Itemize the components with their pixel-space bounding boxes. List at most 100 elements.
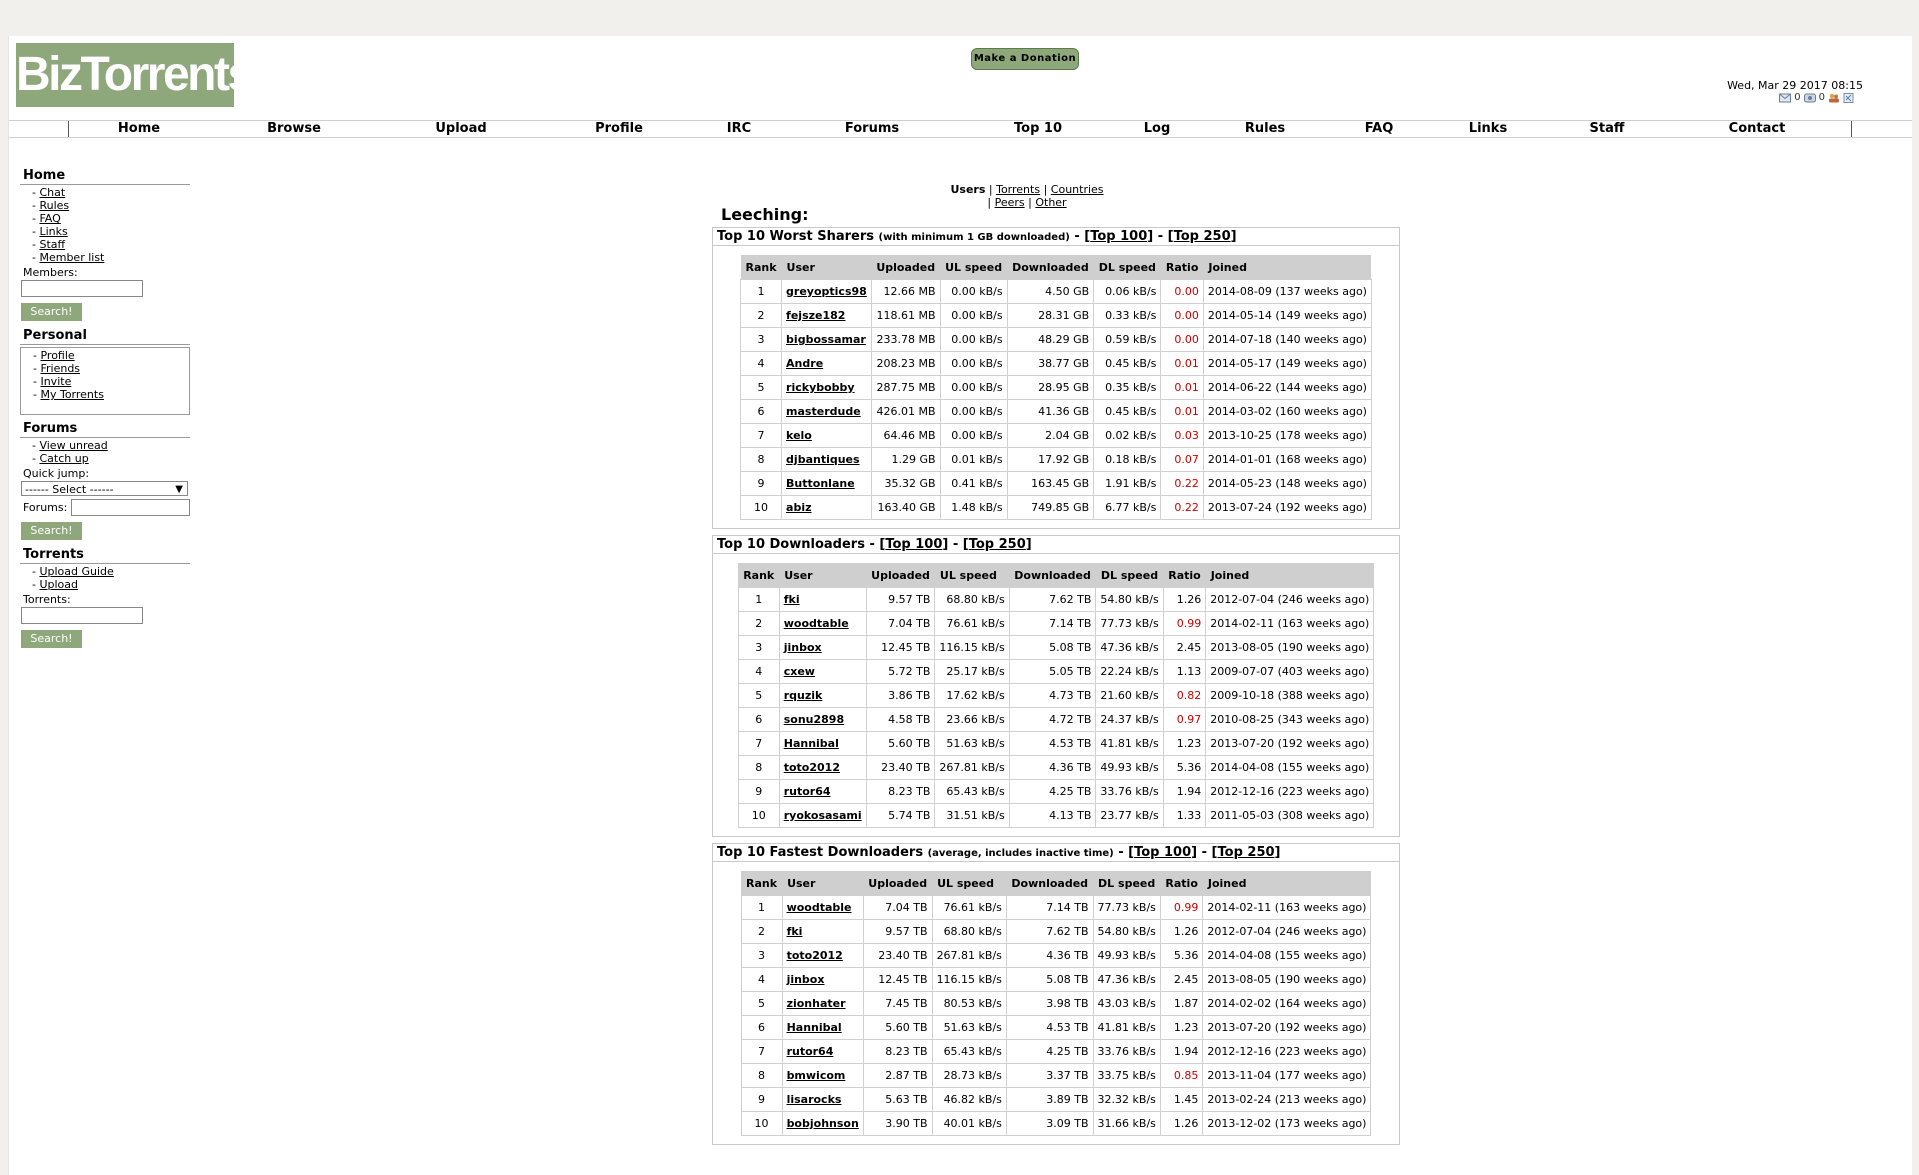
user-link[interactable]: rquzik (784, 689, 823, 702)
rank-cell: 4 (740, 967, 783, 992)
user-link[interactable]: fki (787, 925, 803, 938)
user-link[interactable]: Hannibal (784, 737, 839, 750)
user-link[interactable]: fki (784, 593, 800, 606)
sidebar-link-invite[interactable]: Invite (40, 375, 71, 388)
subnav-countries[interactable]: Countries (1051, 183, 1104, 196)
main-content: Leeching: Top 10 Worst Sharers (with min… (712, 205, 1400, 1151)
main-navigation: Home Browse Upload Profile IRC Forums To… (9, 120, 1912, 138)
forums-search-button[interactable]: Search! (21, 522, 82, 540)
quick-jump-select[interactable]: ------ Select ------ ▼ (21, 481, 188, 496)
rank-cell: 5 (739, 375, 783, 400)
user-link[interactable]: bigbossamar (786, 333, 866, 346)
nav-log[interactable]: Log (1144, 121, 1171, 137)
top100-link[interactable]: Top 100 (1134, 845, 1191, 860)
table-row: 8 djbantiques 1.29 GB 0.01 kB/s 17.92 GB 0.18… (739, 447, 1372, 472)
user-link[interactable]: woodtable (784, 617, 849, 630)
rank-cell: 1 (737, 587, 780, 612)
members-search-button[interactable]: Search! (21, 303, 82, 321)
table-row: 3 bigbossamar 233.78 MB 0.00 kB/s 48.29 GB 0.… (739, 327, 1372, 352)
sidebar-link-rules[interactable]: Rules (39, 199, 69, 212)
user-link[interactable]: woodtable (787, 901, 852, 914)
top250-link[interactable]: Top 250 (1174, 229, 1231, 244)
user-link[interactable]: bobjohnson (787, 1117, 859, 1130)
top100-link[interactable]: Top 100 (1090, 229, 1147, 244)
table-row: 4 cxew 5.72 TB 25.17 kB/s 5.05 TB 22.24 kB/s 1… (737, 659, 1375, 684)
column-header: Uploaded (871, 255, 941, 280)
user-link[interactable]: greyoptics98 (786, 285, 867, 298)
top250-link[interactable]: Top 250 (969, 537, 1026, 552)
user-link[interactable]: Hannibal (787, 1021, 842, 1034)
nav-top10[interactable]: Top 10 (1014, 121, 1062, 137)
joined-cell: 2013-07-24 (192 weeks ago) (1202, 495, 1372, 520)
nav-links[interactable]: Links (1469, 121, 1507, 137)
nav-faq[interactable]: FAQ (1365, 121, 1394, 137)
sidebar-link-catch-up[interactable]: Catch up (39, 452, 88, 465)
nav-profile[interactable]: Profile (595, 121, 643, 137)
nav-staff[interactable]: Staff (1590, 121, 1625, 137)
dl-speed-cell: 0.06 kB/s (1093, 279, 1162, 304)
user-link[interactable]: jinbox (787, 973, 825, 986)
user-link[interactable]: zionhater (787, 997, 846, 1010)
nav-separator (68, 121, 69, 137)
nav-irc[interactable]: IRC (727, 121, 751, 137)
sidebar-link-chat[interactable]: Chat (39, 186, 65, 199)
ul-speed-cell: 68.80 kB/s (934, 587, 1010, 612)
rss-icon[interactable] (1843, 92, 1855, 103)
nav-home[interactable]: Home (118, 121, 160, 137)
donate-button[interactable]: Make a Donation (971, 48, 1079, 70)
uploaded-cell: 3.86 TB (865, 683, 936, 708)
sidebar-link-member-list[interactable]: Member list (39, 251, 104, 264)
sidebar-link-upload-guide[interactable]: Upload Guide (39, 565, 113, 578)
torrents-search-button[interactable]: Search! (21, 630, 82, 648)
rank-cell: 6 (740, 1015, 783, 1040)
nav-browse[interactable]: Browse (267, 121, 321, 137)
user-link[interactable]: Andre (786, 357, 823, 370)
user-link[interactable]: rickybobby (786, 381, 855, 394)
user-link[interactable]: kelo (786, 429, 812, 442)
downloaded-cell: 7.62 TB (1005, 919, 1094, 944)
user-link[interactable]: masterdude (786, 405, 861, 418)
user-link[interactable]: abiz (786, 501, 811, 514)
friends-icon[interactable] (1828, 93, 1840, 103)
top250-link[interactable]: Top 250 (1218, 845, 1275, 860)
user-link[interactable]: rutor64 (784, 785, 831, 798)
sidebar-link-view-unread[interactable]: View unread (39, 439, 107, 452)
user-link[interactable]: cxew (784, 665, 815, 678)
top100-link[interactable]: Top 100 (885, 537, 942, 552)
sidebar-link-faq[interactable]: FAQ (39, 212, 60, 225)
user-link[interactable]: toto2012 (784, 761, 840, 774)
ul-speed-cell: 28.73 kB/s (931, 1063, 1007, 1088)
envelope-icon[interactable] (1779, 93, 1792, 103)
user-link[interactable]: bmwicom (787, 1069, 846, 1082)
user-link[interactable]: djbantiques (786, 453, 860, 466)
ul-speed-cell: 0.00 kB/s (939, 351, 1008, 376)
nav-forums[interactable]: Forums (845, 121, 899, 137)
column-header: Joined (1202, 871, 1371, 896)
invite-icon[interactable] (1803, 93, 1816, 103)
uploaded-cell: 64.46 MB (870, 423, 941, 448)
sidebar-link-profile[interactable]: Profile (40, 349, 74, 362)
sidebar-link-my-torrents[interactable]: My Torrents (40, 388, 103, 401)
nav-contact[interactable]: Contact (1729, 121, 1786, 137)
nav-rules[interactable]: Rules (1245, 121, 1285, 137)
user-link[interactable]: sonu2898 (784, 713, 844, 726)
user-link[interactable]: fejsze182 (786, 309, 845, 322)
user-cell: rquzik (778, 683, 867, 708)
subnav-torrents[interactable]: Torrents (996, 183, 1040, 196)
forums-search-input[interactable] (71, 499, 190, 516)
site-logo[interactable]: BizTorrents (16, 43, 254, 107)
user-link[interactable]: ryokosasami (784, 809, 862, 822)
user-link[interactable]: jinbox (784, 641, 822, 654)
user-link[interactable]: Buttonlane (786, 477, 855, 490)
sidebar-link-upload[interactable]: Upload (39, 578, 78, 591)
sidebar-link-links[interactable]: Links (39, 225, 67, 238)
user-link[interactable]: toto2012 (787, 949, 843, 962)
torrents-search-input[interactable] (21, 607, 143, 624)
sidebar-link-staff[interactable]: Staff (39, 238, 65, 251)
table-row: 5 rickybobby 287.75 MB 0.00 kB/s 28.95 GB 0.3… (739, 375, 1372, 400)
nav-upload[interactable]: Upload (435, 121, 486, 137)
members-search-input[interactable] (21, 280, 143, 297)
user-link[interactable]: rutor64 (787, 1045, 834, 1058)
sidebar-link-friends[interactable]: Friends (40, 362, 80, 375)
user-link[interactable]: lisarocks (787, 1093, 842, 1106)
